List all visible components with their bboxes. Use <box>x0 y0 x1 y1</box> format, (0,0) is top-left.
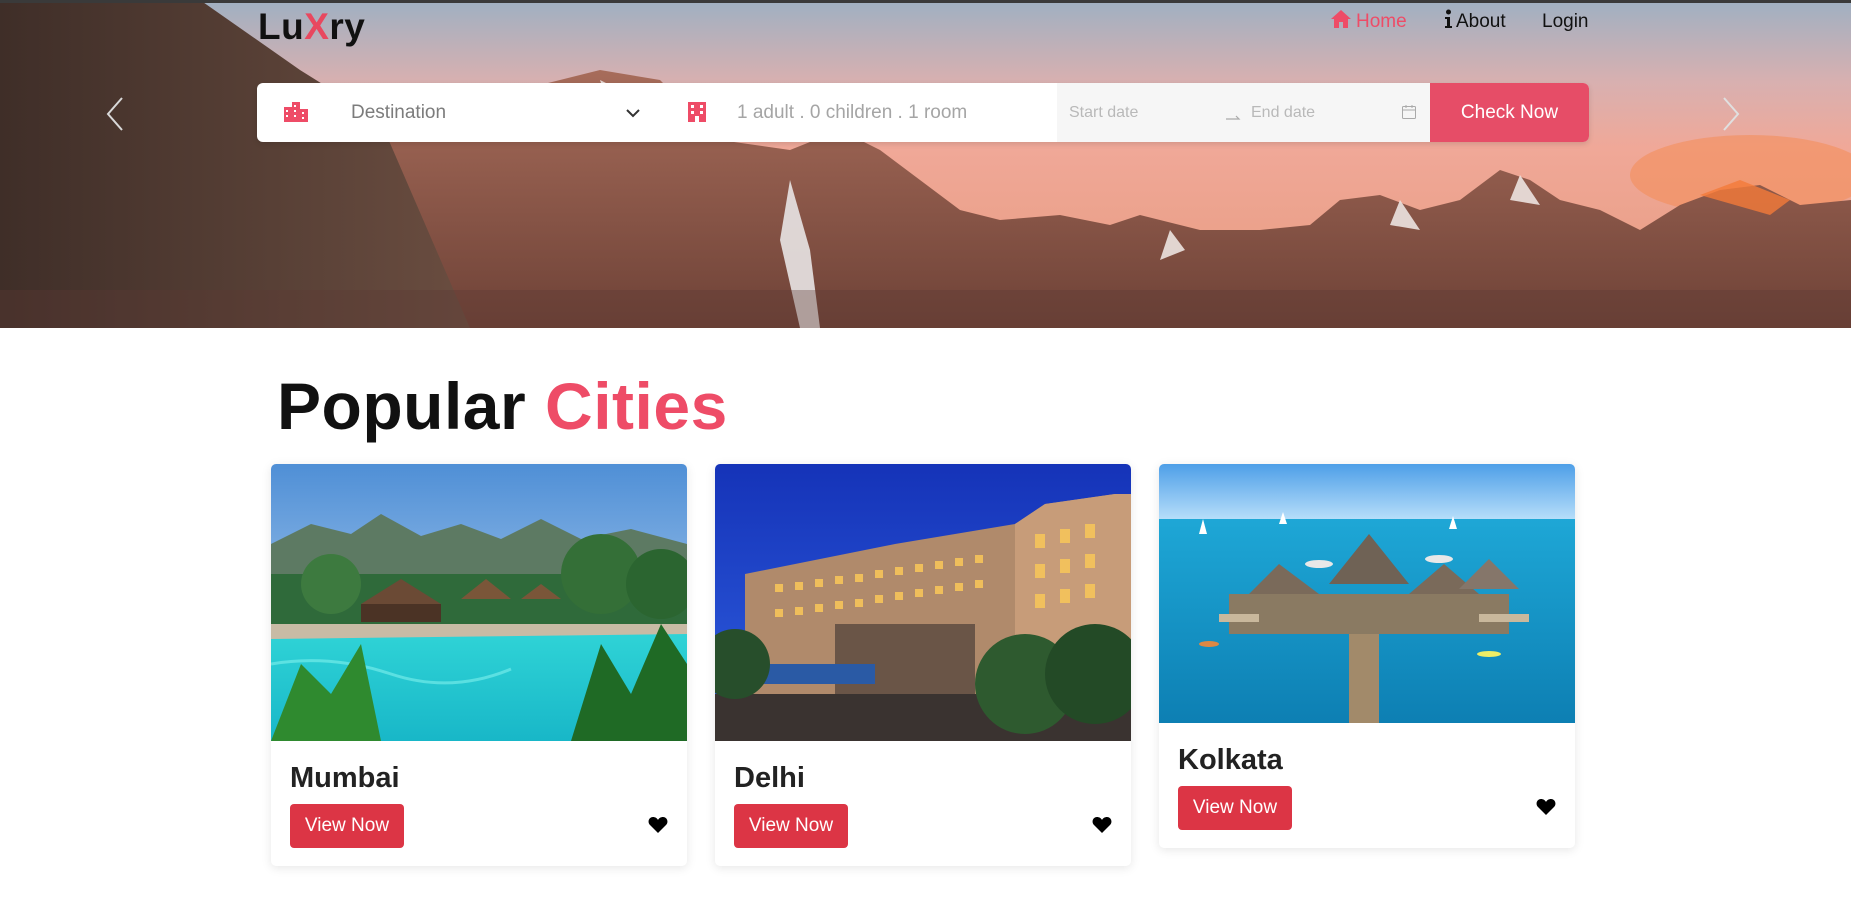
chevron-right-icon <box>1723 97 1740 131</box>
view-now-button[interactable]: View Now <box>734 804 848 848</box>
chevron-left-icon <box>106 97 123 131</box>
chevron-down-icon <box>626 109 640 118</box>
start-date-placeholder: Start date <box>1069 103 1139 121</box>
info-icon <box>1444 9 1452 35</box>
view-now-button[interactable]: View Now <box>1178 786 1292 830</box>
nav-login-label: Login <box>1542 11 1589 32</box>
logo-text-prefix: Lu <box>258 6 305 47</box>
nav-about-label: About <box>1456 11 1506 32</box>
nav-about[interactable]: About <box>1444 9 1506 35</box>
guests-text: 1 adult . 0 children . 1 room <box>737 101 968 123</box>
destination-placeholder: Destination <box>351 101 447 123</box>
logo-text-x: X <box>304 6 330 47</box>
nav-login[interactable]: Login <box>1542 11 1589 33</box>
hotel-icon <box>688 102 706 122</box>
nav-home[interactable]: Home <box>1330 9 1407 35</box>
city-image[interactable] <box>271 464 687 741</box>
carousel-prev-arrow[interactable] <box>104 96 126 132</box>
heart-icon[interactable] <box>1536 798 1556 816</box>
city-image[interactable] <box>715 464 1131 741</box>
heart-icon[interactable] <box>648 816 668 834</box>
city-image[interactable] <box>1159 464 1575 723</box>
water-resort-image <box>1159 464 1575 723</box>
brand-logo[interactable]: LuXry <box>258 6 365 48</box>
top-border <box>0 0 1851 3</box>
nav-home-label: Home <box>1356 11 1407 32</box>
calendar-icon <box>1402 105 1416 119</box>
city-card: Mumbai View Now <box>271 464 687 866</box>
destination-select[interactable]: Destination <box>257 83 657 142</box>
heart-icon[interactable] <box>1092 816 1112 834</box>
date-range-picker[interactable]: Start date End date <box>1057 83 1430 142</box>
city-card: Delhi View Now <box>715 464 1131 866</box>
section-title-main: Popular <box>277 369 527 443</box>
check-now-button[interactable]: Check Now <box>1430 83 1589 142</box>
hero-banner: LuXry Home About Login Destination 1 adu… <box>0 0 1851 328</box>
arrow-right-icon <box>1226 115 1241 120</box>
city-icon <box>284 102 308 122</box>
section-title: Popular Cities <box>277 368 728 444</box>
hotel-building-image <box>715 464 1131 741</box>
resort-pool-image <box>271 464 687 741</box>
city-name: Delhi <box>734 762 805 794</box>
home-icon <box>1330 9 1352 35</box>
view-now-button[interactable]: View Now <box>290 804 404 848</box>
logo-text-suffix: ry <box>329 6 366 47</box>
city-name: Mumbai <box>290 762 400 794</box>
mountain-landscape-image <box>0 0 1851 328</box>
city-name: Kolkata <box>1178 744 1283 776</box>
search-bar: Destination 1 adult . 0 children . 1 roo… <box>257 83 1589 142</box>
end-date-placeholder: End date <box>1251 103 1316 121</box>
carousel-next-arrow[interactable] <box>1720 96 1742 132</box>
section-title-accent: Cities <box>545 369 728 443</box>
guests-field[interactable]: 1 adult . 0 children . 1 room <box>657 83 1057 142</box>
city-card: Kolkata View Now <box>1159 464 1575 848</box>
